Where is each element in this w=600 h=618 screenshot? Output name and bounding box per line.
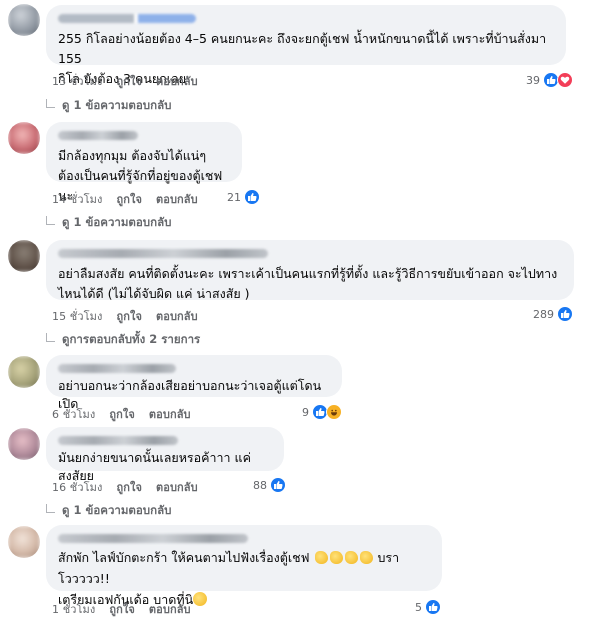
comment-time[interactable]: 13 ชั่วโมง [52, 72, 102, 90]
avatar[interactable] [8, 240, 40, 272]
comment-bubble: อย่าบอกนะว่ากล้องเสียอย่าบอกนะว่าเจอตู้แ… [46, 355, 342, 411]
reaction-summary[interactable]: 9 [302, 404, 342, 420]
like-icon [270, 477, 286, 493]
commenter-name[interactable] [58, 14, 196, 23]
comment-time[interactable]: 15 ชั่วโมง [52, 307, 102, 325]
comment-bubble: 255 กิโลอย่างน้อยต้อง 4–5 คนยกนะคะ ถึงจะ… [46, 5, 566, 86]
reply-thread-line [46, 332, 55, 342]
clap-emoji [314, 550, 374, 565]
view-replies-label: ดู 1 ข้อความตอบกลับ [62, 98, 172, 112]
reply-button[interactable]: ตอบกลับ [156, 72, 198, 90]
avatar[interactable] [8, 4, 40, 36]
reaction-count: 88 [253, 478, 267, 492]
reply-button[interactable]: ตอบกลับ [156, 478, 198, 496]
haha-icon [326, 404, 342, 420]
comment-bubble: อย่าลืมสงสัย คนที่ติดตั้งนะคะ เพราะเค้าเ… [46, 240, 574, 301]
avatar[interactable] [8, 122, 40, 154]
view-replies-link[interactable]: ดูการตอบกลับทั้ง 2 รายการ [46, 331, 200, 349]
commenter-name[interactable] [58, 436, 178, 445]
rofl-emoji [193, 592, 208, 606]
commenter-name[interactable] [58, 249, 268, 258]
reply-thread-line [46, 503, 55, 513]
reply-button[interactable]: ตอบกลับ [156, 190, 198, 208]
reaction-count: 39 [526, 73, 540, 87]
comment-actions: 6 ชั่วโมง ถูกใจ ตอบกลับ [52, 405, 191, 423]
comment-actions: 14 ชั่วโมง ถูกใจ ตอบกลับ [52, 190, 198, 208]
reaction-count: 289 [533, 307, 554, 321]
view-replies-link[interactable]: ดู 1 ข้อความตอบกลับ [46, 502, 171, 520]
reply-thread-line [46, 215, 55, 225]
comment-actions: 1 ชั่วโมง ถูกใจ ตอบกลับ [52, 600, 191, 618]
view-replies-label: ดู 1 ข้อความตอบกลับ [62, 503, 172, 517]
view-replies-link[interactable]: ดู 1 ข้อความตอบกลับ [46, 214, 171, 232]
reaction-summary[interactable]: 289 [533, 306, 573, 322]
like-button[interactable]: ถูกใจ [109, 600, 135, 618]
reaction-summary[interactable]: 39 [526, 72, 573, 88]
reaction-count: 21 [227, 190, 241, 204]
like-icon [557, 306, 573, 322]
reply-button[interactable]: ตอบกลับ [149, 600, 191, 618]
like-icon [244, 189, 260, 205]
comment-text-line1: สักพัก ไลฟ์บักตะกร้า ให้คนตามไปฟังเรื่อง… [58, 550, 310, 565]
comment-text: อย่าลืมสงสัย คนที่ติดตั้งนะคะ เพราะเค้าเ… [58, 266, 558, 301]
comment-actions: 16 ชั่วโมง ถูกใจ ตอบกลับ [52, 478, 198, 496]
reaction-count: 5 [415, 600, 422, 614]
like-button[interactable]: ถูกใจ [116, 72, 142, 90]
avatar[interactable] [8, 356, 40, 388]
commenter-name[interactable] [58, 364, 176, 373]
comment-actions: 13 ชั่วโมง ถูกใจ ตอบกลับ [52, 72, 198, 90]
reply-thread-line [46, 98, 55, 108]
reaction-summary[interactable]: 88 [253, 477, 286, 493]
comment-time[interactable]: 1 ชั่วโมง [52, 600, 95, 618]
avatar[interactable] [8, 428, 40, 460]
comment-bubble: มันยกง่ายขนาดนั้นเลยหรอค้าาา แค่สงสัยย [46, 427, 284, 483]
reply-button[interactable]: ตอบกลับ [149, 405, 191, 423]
like-button[interactable]: ถูกใจ [116, 307, 142, 325]
like-button[interactable]: ถูกใจ [116, 190, 142, 208]
love-icon [557, 72, 573, 88]
view-replies-label: ดู 1 ข้อความตอบกลับ [62, 215, 172, 229]
comment-time[interactable]: 16 ชั่วโมง [52, 478, 102, 496]
view-replies-label: ดูการตอบกลับทั้ง 2 รายการ [62, 332, 201, 346]
reaction-summary[interactable]: 21 [227, 189, 260, 205]
commenter-name[interactable] [58, 534, 248, 543]
reply-button[interactable]: ตอบกลับ [156, 307, 198, 325]
view-replies-link[interactable]: ดู 1 ข้อความตอบกลับ [46, 97, 171, 115]
comment-time[interactable]: 14 ชั่วโมง [52, 190, 102, 208]
comment-actions: 15 ชั่วโมง ถูกใจ ตอบกลับ [52, 307, 198, 325]
comment-bubble: มีกล้องทุกมุม ต้องจับได้แน่ๆ ต้องเป็นคนท… [46, 122, 242, 203]
like-button[interactable]: ถูกใจ [116, 478, 142, 496]
like-button[interactable]: ถูกใจ [109, 405, 135, 423]
reaction-count: 9 [302, 405, 309, 419]
like-icon [425, 599, 441, 615]
avatar[interactable] [8, 526, 40, 558]
reaction-summary[interactable]: 5 [415, 599, 441, 615]
commenter-name[interactable] [58, 131, 138, 140]
comment-bubble: สักพัก ไลฟ์บักตะกร้า ให้คนตามไปฟังเรื่อง… [46, 525, 442, 607]
comment-time[interactable]: 6 ชั่วโมง [52, 405, 95, 423]
